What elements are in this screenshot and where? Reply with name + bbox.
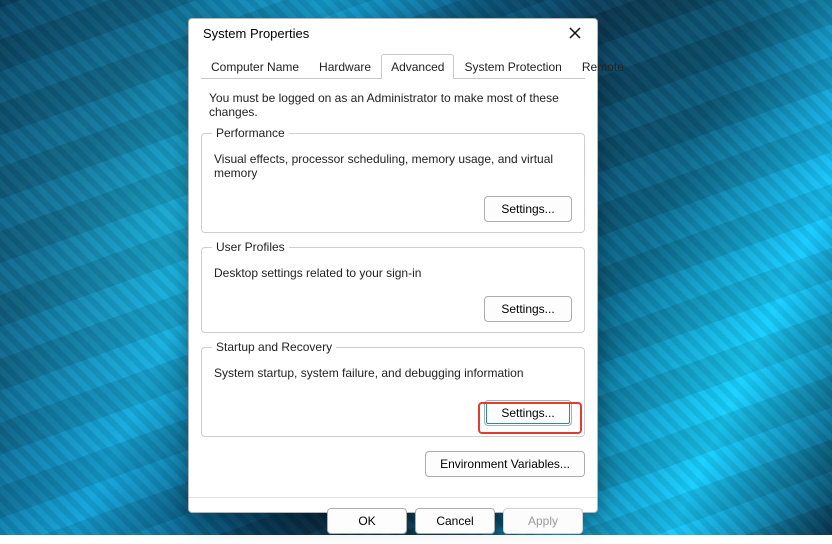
tab-advanced[interactable]: Advanced	[381, 54, 454, 79]
close-icon	[569, 27, 581, 39]
tab-remote[interactable]: Remote	[572, 54, 634, 79]
titlebar: System Properties	[189, 19, 597, 47]
tab-strip: Computer Name Hardware Advanced System P…	[201, 53, 585, 79]
group-performance: Performance Visual effects, processor sc…	[201, 133, 585, 233]
apply-button: Apply	[503, 508, 583, 534]
group-title-startup-recovery: Startup and Recovery	[212, 340, 336, 354]
environment-variables-button[interactable]: Environment Variables...	[425, 451, 585, 477]
cancel-button[interactable]: Cancel	[415, 508, 495, 534]
group-title-user-profiles: User Profiles	[212, 240, 289, 254]
tab-panel-advanced: You must be logged on as an Administrato…	[189, 79, 597, 497]
tab-computer-name[interactable]: Computer Name	[201, 54, 309, 79]
group-desc-startup-recovery: System startup, system failure, and debu…	[214, 366, 572, 380]
group-desc-performance: Visual effects, processor scheduling, me…	[214, 152, 572, 180]
group-startup-recovery: Startup and Recovery System startup, sys…	[201, 347, 585, 437]
user-profiles-settings-button[interactable]: Settings...	[484, 296, 572, 322]
tab-system-protection[interactable]: System Protection	[454, 54, 571, 79]
system-properties-dialog: System Properties Computer Name Hardware…	[188, 18, 598, 513]
dialog-button-row: OK Cancel Apply	[189, 497, 597, 544]
close-button[interactable]	[561, 19, 589, 47]
group-title-performance: Performance	[212, 126, 289, 140]
group-user-profiles: User Profiles Desktop settings related t…	[201, 247, 585, 333]
ok-button[interactable]: OK	[327, 508, 407, 534]
group-desc-user-profiles: Desktop settings related to your sign-in	[214, 266, 572, 280]
admin-message: You must be logged on as an Administrato…	[209, 91, 585, 119]
startup-recovery-settings-button[interactable]: Settings...	[484, 400, 572, 426]
tab-hardware[interactable]: Hardware	[309, 54, 381, 79]
dialog-title: System Properties	[203, 26, 309, 41]
performance-settings-button[interactable]: Settings...	[484, 196, 572, 222]
